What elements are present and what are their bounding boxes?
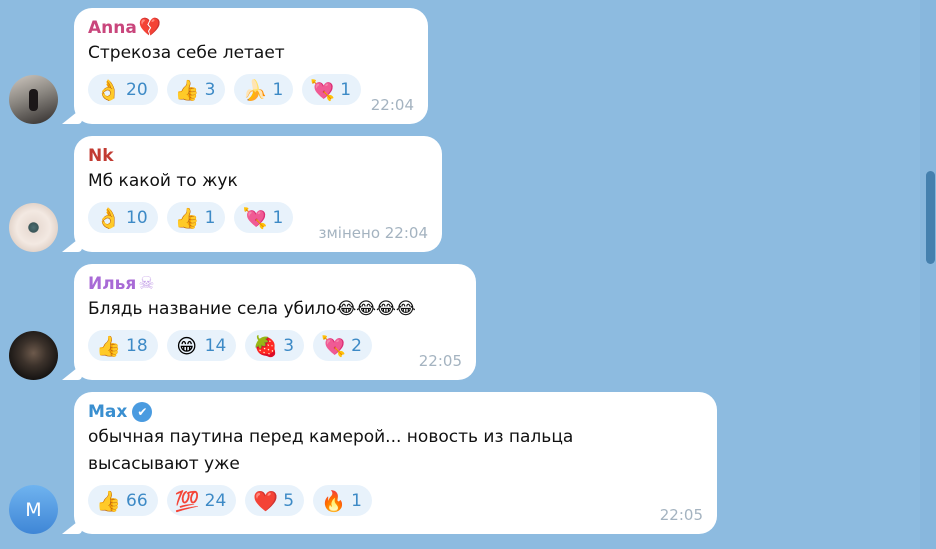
thumbs-up-icon: 👍 xyxy=(96,333,121,358)
message-text: Стрекоза себе летает xyxy=(88,43,285,63)
reaction-heart-arrow[interactable]: 💘 1 xyxy=(234,202,294,233)
reaction-count: 18 xyxy=(126,335,148,356)
banana-icon: 🍌 xyxy=(242,77,268,102)
author-name[interactable]: Anna 💔 xyxy=(88,16,414,40)
reaction-heart-arrow[interactable]: 💘 2 xyxy=(313,330,372,361)
reaction-count: 24 xyxy=(204,490,227,511)
scrollbar-track[interactable] xyxy=(920,0,936,549)
message-time: змінено 22:04 xyxy=(318,224,428,242)
author-name[interactable]: Max ✔ xyxy=(88,400,703,424)
scrollbar-thumb[interactable] xyxy=(926,171,935,264)
reaction-count: 1 xyxy=(272,207,284,228)
reaction-count: 1 xyxy=(340,79,352,100)
heart-arrow-icon: 💘 xyxy=(321,333,347,358)
reaction-strawberry[interactable]: 🍓 3 xyxy=(245,330,305,361)
reaction-ok-hand[interactable]: 👌 20 xyxy=(88,74,158,105)
author-name[interactable]: Nk xyxy=(88,144,428,168)
avatar-max[interactable]: M xyxy=(9,485,58,534)
message-bubble[interactable]: Max ✔ обычная паутина перед камерой... н… xyxy=(74,392,717,534)
reaction-count: 2 xyxy=(351,335,362,356)
ok-hand-icon: 👌 xyxy=(96,205,121,230)
reaction-fire[interactable]: 🔥 1 xyxy=(313,485,372,516)
thumbs-up-icon: 👍 xyxy=(96,488,121,513)
author-label: Илья xyxy=(88,274,137,294)
heart-arrow-icon: 💘 xyxy=(310,77,336,102)
message-bubble[interactable]: Илья ☠ Блядь название села убило😂😂😂😂 👍 18… xyxy=(74,264,476,380)
ok-hand-icon: 👌 xyxy=(96,77,121,102)
reaction-count: 5 xyxy=(283,490,295,511)
message-text-line-2: высасывают уже xyxy=(88,454,240,474)
message-time: 22:04 xyxy=(370,96,414,114)
message-text: Блядь название села убило😂😂😂😂 xyxy=(88,299,416,319)
broken-heart-icon: 💔 xyxy=(138,17,162,38)
message-nk: Nk Мб какой то жук 👌 10 👍 1 💘 1 змінено 22:… xyxy=(0,136,920,252)
message-time: 22:05 xyxy=(418,352,462,370)
avatar-nk[interactable] xyxy=(9,203,58,252)
reaction-count: 1 xyxy=(272,79,284,100)
reaction-count: 1 xyxy=(204,207,216,228)
reaction-count: 1 xyxy=(351,490,362,511)
grin-icon: 😁 xyxy=(176,333,198,358)
strawberry-icon: 🍓 xyxy=(253,333,279,358)
reaction-thumbs-up[interactable]: 👍 18 xyxy=(88,330,158,361)
fire-icon: 🔥 xyxy=(321,488,347,513)
reaction-count: 10 xyxy=(126,207,148,228)
message-text-line-1: обычная паутина перед камерой... новость… xyxy=(88,427,574,447)
message-bubble[interactable]: Nk Мб какой то жук 👌 10 👍 1 💘 1 змінено 22:… xyxy=(74,136,442,252)
reaction-count: 20 xyxy=(126,79,148,100)
reaction-thumbs-up[interactable]: 👍 66 xyxy=(88,485,158,516)
avatar-ilya[interactable] xyxy=(9,331,58,380)
reaction-count: 66 xyxy=(126,490,148,511)
author-label: Max xyxy=(88,402,128,422)
reaction-grin[interactable]: 😁 14 xyxy=(166,330,237,361)
reactions-row: 👍 66 💯 24 ❤️ 5 🔥 1 xyxy=(88,485,703,516)
message-text: Мб какой то жук xyxy=(88,171,238,191)
reaction-heart-arrow[interactable]: 💘 1 xyxy=(302,74,362,105)
message-ilya: Илья ☠ Блядь название села убило😂😂😂😂 👍 18… xyxy=(0,264,920,380)
reaction-hundred[interactable]: 💯 24 xyxy=(166,485,237,516)
hundred-points-icon: 💯 xyxy=(174,488,200,513)
reaction-banana[interactable]: 🍌 1 xyxy=(234,74,294,105)
reaction-ok-hand[interactable]: 👌 10 xyxy=(88,202,158,233)
message-bubble[interactable]: Anna 💔 Стрекоза себе летает 👌 20 👍 3 🍌 1 💘 1… xyxy=(74,8,428,124)
skull-icon: ☠ xyxy=(138,273,155,294)
reactions-row: 👍 18 😁 14 🍓 3 💘 2 xyxy=(88,330,462,361)
thumbs-up-icon: 👍 xyxy=(174,77,200,102)
message-anna: Anna 💔 Стрекоза себе летает 👌 20 👍 3 🍌 1 💘 1… xyxy=(0,8,920,124)
verified-badge-icon: ✔ xyxy=(132,402,153,422)
author-label: Anna xyxy=(88,18,137,38)
checkmark-icon: ✔ xyxy=(137,405,148,419)
reaction-count: 3 xyxy=(204,79,216,100)
reaction-count: 14 xyxy=(204,335,227,356)
reactions-row: 👌 20 👍 3 🍌 1 💘 1 xyxy=(88,74,414,105)
author-label: Nk xyxy=(88,146,114,166)
heart-arrow-icon: 💘 xyxy=(242,205,268,230)
chat-history[interactable]: Anna 💔 Стрекоза себе летает 👌 20 👍 3 🍌 1 💘 1… xyxy=(0,0,920,549)
reaction-thumbs-up[interactable]: 👍 1 xyxy=(166,202,226,233)
reaction-count: 3 xyxy=(283,335,295,356)
reaction-heart[interactable]: ❤️ 5 xyxy=(245,485,305,516)
avatar-letter: M xyxy=(25,498,42,521)
message-max: M Max ✔ обычная паутина перед камерой...… xyxy=(0,392,920,534)
reaction-thumbs-up[interactable]: 👍 3 xyxy=(166,74,226,105)
avatar-anna[interactable] xyxy=(9,75,58,124)
thumbs-up-icon: 👍 xyxy=(174,205,200,230)
author-name[interactable]: Илья ☠ xyxy=(88,272,462,296)
message-time: 22:05 xyxy=(659,506,703,524)
red-heart-icon: ❤️ xyxy=(253,488,279,513)
